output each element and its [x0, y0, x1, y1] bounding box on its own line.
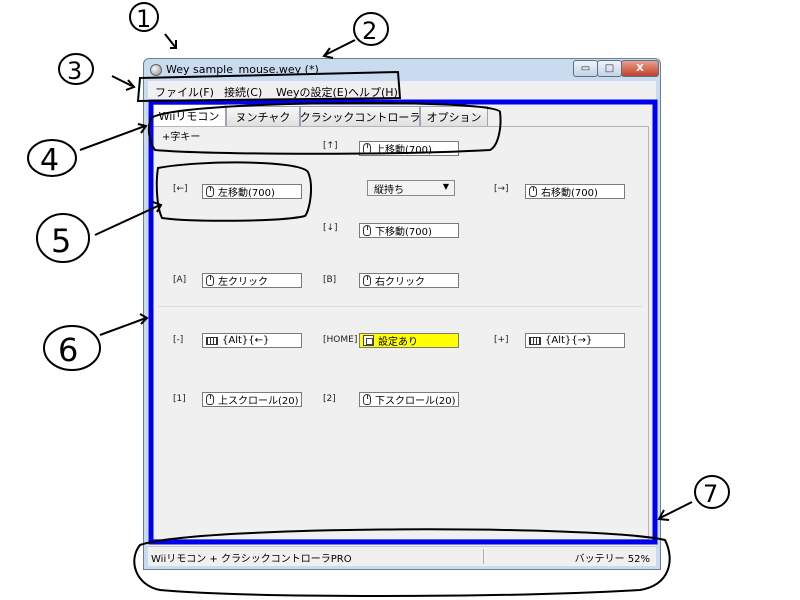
- arrow-1: [164, 33, 177, 49]
- arrow-7: [657, 501, 693, 521]
- annotation-number: 6: [58, 331, 78, 369]
- annotation-number: 7: [703, 480, 718, 508]
- arrow-2: [322, 39, 356, 59]
- annotation-overlay: 1 2 3 4 5 6 7: [27, 2, 730, 597]
- annotation-number: 4: [40, 143, 59, 178]
- annotation-number: 2: [362, 17, 377, 45]
- annotation-number: 1: [136, 5, 151, 33]
- arrow-4: [79, 123, 148, 151]
- tab-highlight: [147, 102, 502, 155]
- arrow-6: [99, 313, 149, 336]
- annotation-number: 5: [51, 222, 71, 260]
- menubar-highlight: [136, 70, 402, 103]
- field-highlight: [155, 161, 313, 222]
- arrow-3: [111, 75, 136, 91]
- content-highlight-frame: [148, 99, 658, 545]
- status-highlight: [133, 528, 671, 597]
- annotation-number: 3: [67, 57, 82, 85]
